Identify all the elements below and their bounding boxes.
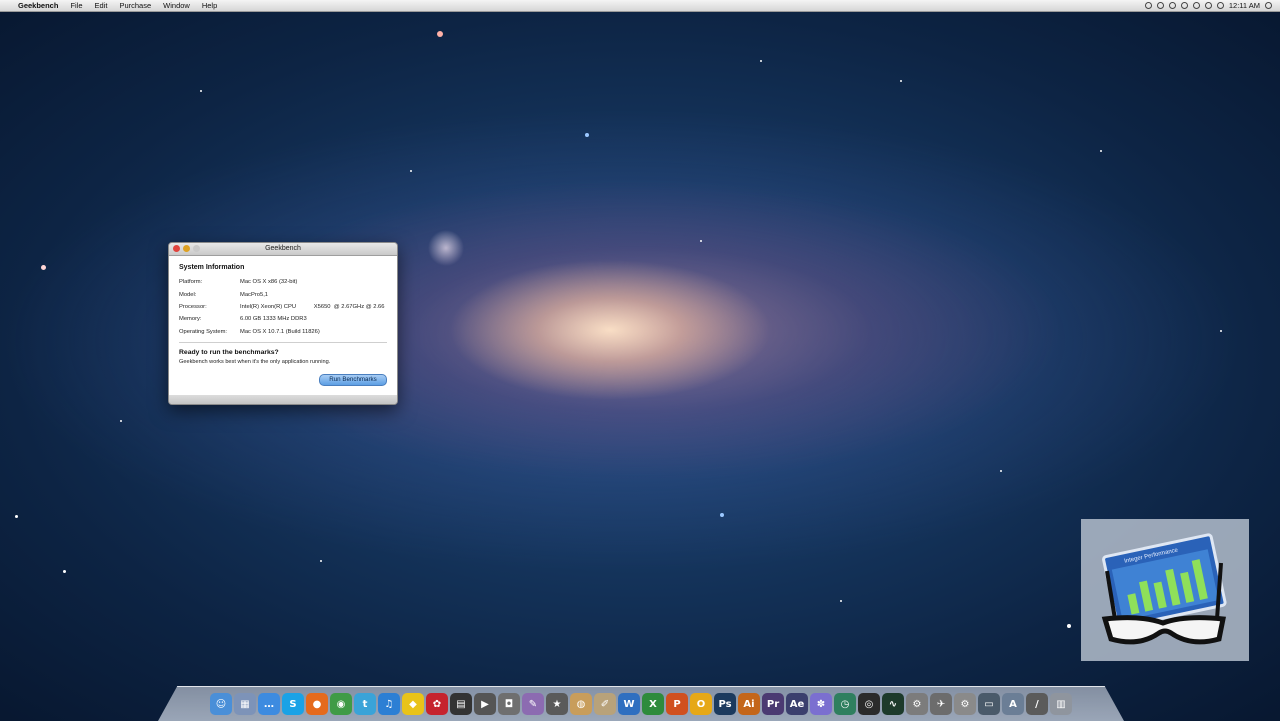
- user-icon[interactable]: [1265, 2, 1272, 9]
- window-bottom-bar: [169, 395, 397, 404]
- info-label: Memory:: [179, 316, 202, 323]
- camera-icon[interactable]: ◎: [858, 693, 880, 715]
- final-cut-icon[interactable]: ▶: [474, 693, 496, 715]
- zoom-button[interactable]: [193, 245, 200, 252]
- preview-icon[interactable]: ▦: [234, 693, 256, 715]
- window-title: Geekbench: [265, 245, 301, 252]
- volume-icon[interactable]: [1204, 2, 1212, 9]
- run-benchmarks-button[interactable]: Run Benchmarks: [319, 374, 387, 386]
- info-row: Platform: Mac OS X x86 (32-bit): [179, 276, 387, 288]
- menu-bar: Geekbench File Edit Purchase Window Help…: [0, 0, 1280, 12]
- sync-icon[interactable]: [1168, 2, 1176, 9]
- menu-help[interactable]: Help: [196, 0, 223, 11]
- twitter-icon[interactable]: t: [354, 693, 376, 715]
- applications-folder-icon[interactable]: A: [1002, 693, 1024, 715]
- finder-icon[interactable]: ☺: [210, 693, 232, 715]
- info-value: Intel(R) Xeon(R) CPU X5650 @ 2.67GHz @ 2…: [240, 303, 385, 310]
- powerpoint-icon[interactable]: P: [666, 693, 688, 715]
- clock-icon[interactable]: [1156, 2, 1164, 9]
- firefox-icon[interactable]: ●: [306, 693, 328, 715]
- info-label: Operating System:: [179, 328, 228, 335]
- menu-file[interactable]: File: [64, 0, 88, 11]
- cake-icon[interactable]: ◍: [570, 693, 592, 715]
- info-value: Mac OS X 10.7.1 (Build 11826): [240, 328, 320, 335]
- info-value: Mac OS X x86 (32-bit): [240, 279, 298, 286]
- utility-icon[interactable]: ✈: [930, 693, 952, 715]
- ready-title: Ready to run the benchmarks?: [179, 348, 279, 356]
- info-row: Memory: 6.00 GB 1333 MHz DDR3: [179, 313, 387, 325]
- clock-text[interactable]: 12:11 AM: [1229, 1, 1260, 10]
- pages-icon[interactable]: ✐: [594, 693, 616, 715]
- info-value: 6.00 GB 1333 MHz DDR3: [240, 316, 307, 323]
- minimize-button[interactable]: [183, 245, 190, 252]
- tweetdeck-icon[interactable]: ✿: [426, 693, 448, 715]
- info-row: Operating System: Mac OS X 10.7.1 (Build…: [179, 326, 387, 338]
- menu-purchase[interactable]: Purchase: [113, 0, 157, 11]
- time-machine-icon[interactable]: ◷: [834, 693, 856, 715]
- system-prefs-icon[interactable]: ⚙: [906, 693, 928, 715]
- status-area: 12:11 AM: [1144, 1, 1280, 10]
- trash-icon[interactable]: ▥: [1050, 693, 1072, 715]
- info-row: Model: MacPro5,1: [179, 288, 387, 300]
- system-info-title: System Information: [179, 264, 245, 271]
- premiere-icon[interactable]: Pr: [762, 693, 784, 715]
- menu-edit[interactable]: Edit: [89, 0, 114, 11]
- clapper-icon[interactable]: ▤: [450, 693, 472, 715]
- word-icon[interactable]: W: [618, 693, 640, 715]
- console-icon[interactable]: ▭: [978, 693, 1000, 715]
- ready-subtitle: Geekbench works best when it's the only …: [179, 358, 331, 365]
- photo-booth-icon[interactable]: ◘: [498, 693, 520, 715]
- excel-icon[interactable]: X: [642, 693, 664, 715]
- iphoto-icon[interactable]: ✽: [810, 693, 832, 715]
- menu-window[interactable]: Window: [157, 0, 196, 11]
- ichat-icon[interactable]: …: [258, 693, 280, 715]
- after-effects-icon[interactable]: Ae: [786, 693, 808, 715]
- wifi-icon[interactable]: [1192, 2, 1200, 9]
- dock: ☺ ▦… S ● ◉ t ♫ ◆ ✿ ▤ ▶ ◘ ✎ ★ ◍ ✐ W X P O Ps Ai Pr Ae ✽ ◷ ◎ ∿ ⚙ ✈ ⚙ ▭ A / ▥: [158, 686, 1124, 721]
- dropbox-icon[interactable]: [1144, 2, 1152, 9]
- activity-monitor-icon[interactable]: ∿: [882, 693, 904, 715]
- info-row: Processor: Intel(R) Xeon(R) CPU X5650 @ …: [179, 301, 387, 313]
- adium-icon[interactable]: ◆: [402, 693, 424, 715]
- info-label: Model:: [179, 291, 197, 298]
- info-label: Processor:: [179, 303, 207, 310]
- geekbench-window: Geekbench System Information Platform: M…: [168, 242, 398, 405]
- battery-icon[interactable]: [1216, 2, 1224, 9]
- illustrator-icon[interactable]: Ai: [738, 693, 760, 715]
- close-button[interactable]: [173, 245, 180, 252]
- settings-icon[interactable]: ⚙: [954, 693, 976, 715]
- geekbench-app-icon: Integer Performance: [1081, 519, 1249, 661]
- geekbench-logo-icon: Integer Performance: [1101, 533, 1227, 645]
- outlook-icon[interactable]: O: [690, 693, 712, 715]
- skype-icon[interactable]: S: [282, 693, 304, 715]
- info-label: Platform:: [179, 279, 203, 286]
- divider: [179, 341, 387, 343]
- info-value: MacPro5,1: [240, 291, 269, 298]
- ical-icon[interactable]: ✎: [522, 693, 544, 715]
- app-menu[interactable]: Geekbench: [12, 0, 64, 11]
- documents-folder-icon[interactable]: /: [1026, 693, 1048, 715]
- itunes-icon[interactable]: ♫: [378, 693, 400, 715]
- photoshop-icon[interactable]: Ps: [714, 693, 736, 715]
- window-titlebar[interactable]: Geekbench: [169, 243, 397, 256]
- bluetooth-icon[interactable]: [1180, 2, 1188, 9]
- imovie-icon[interactable]: ★: [546, 693, 568, 715]
- chrome-icon[interactable]: ◉: [330, 693, 352, 715]
